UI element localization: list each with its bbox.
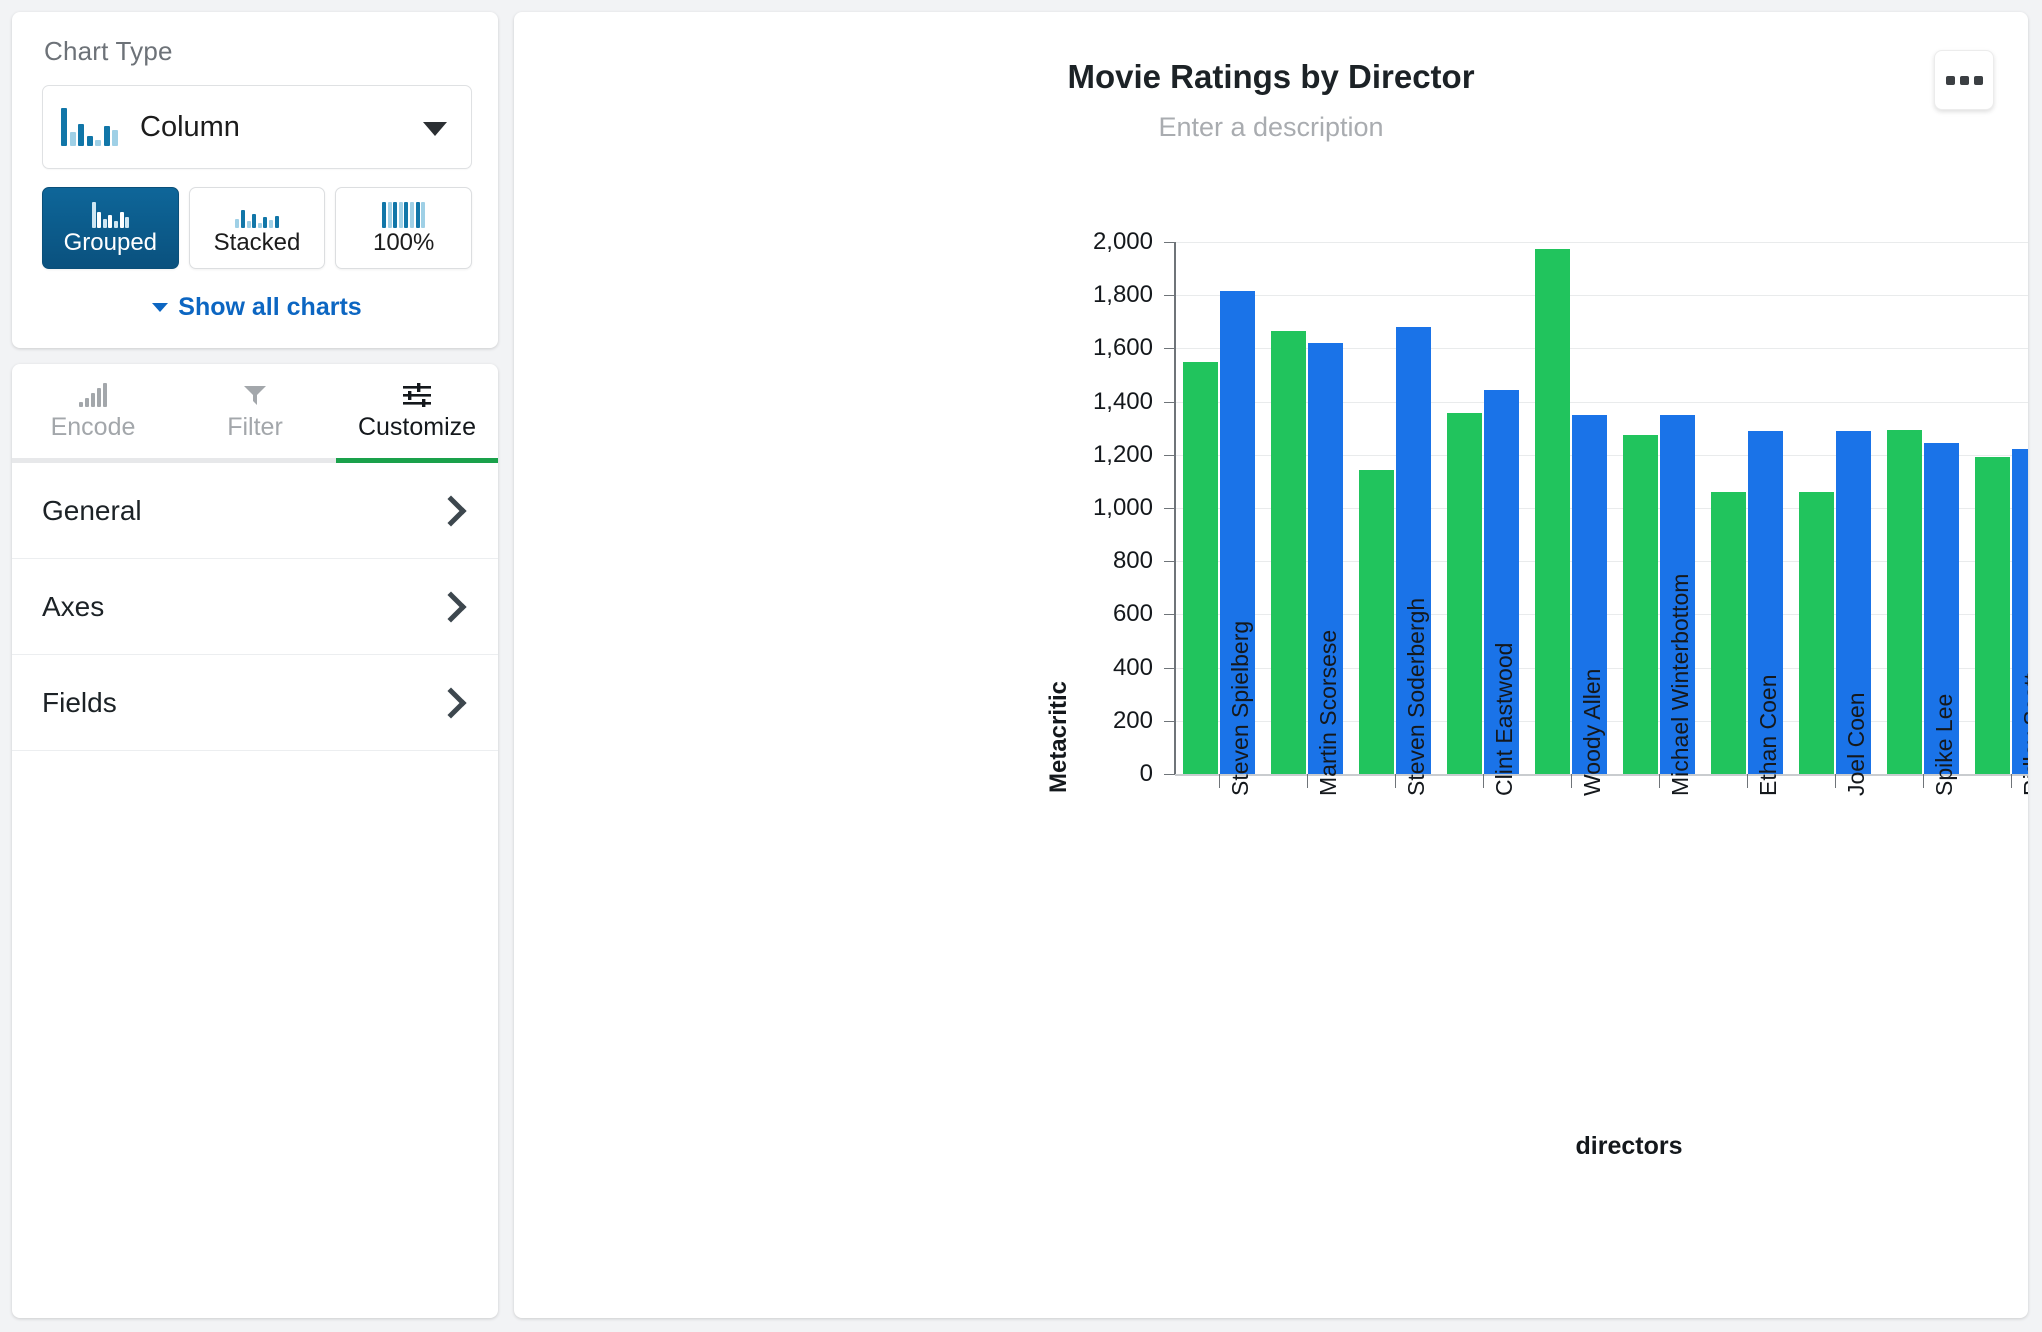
settings-card: Encode Filter Customize General Axes Fie… — [12, 364, 498, 1318]
bar-tomatoes-critic-rating[interactable] — [1271, 330, 1306, 774]
x-axis-tick — [1923, 774, 1924, 788]
y-axis-left-tick-label: 1,400 — [1092, 387, 1153, 415]
y-axis-left-tick-label: 800 — [1112, 547, 1153, 575]
chart-description[interactable]: Enter a description — [514, 112, 2028, 143]
gridline — [1175, 242, 2028, 243]
y-axis-left-tick-label: 600 — [1112, 600, 1153, 628]
bar-tomatoes-critic-rating[interactable] — [1975, 457, 2010, 774]
gridline — [1175, 295, 2028, 297]
chart-variant-stacked[interactable]: Stacked — [188, 187, 326, 269]
chart-variant-stacked-label: Stacked — [213, 228, 301, 256]
tab-filter[interactable]: Filter — [174, 364, 336, 458]
x-axis-tick — [1483, 774, 1484, 788]
y-axis-left-tick — [1164, 774, 1175, 775]
y-axis-left-tick-label: 1,200 — [1092, 440, 1153, 468]
plot-canvas: 0 200 400 600 800 1,000 1,200 1,400 1,600 1,800 2,… — [1093, 228, 2028, 796]
y-axis-left-line — [1174, 242, 1176, 774]
tab-customize[interactable]: Customize — [336, 364, 498, 458]
y-axis-left-tick-label: 400 — [1112, 653, 1153, 681]
x-axis-tick-label: Michael Winterbottom — [1667, 573, 1693, 796]
chart-type-value: Column — [140, 110, 240, 143]
chevron-right-icon — [435, 494, 467, 527]
bar-tomatoes-critic-rating[interactable] — [1447, 412, 1482, 774]
y-axis-left-tick-label: 1,000 — [1092, 494, 1153, 521]
y-axis-left-tick-label: 200 — [1112, 706, 1153, 734]
x-axis-tick — [1395, 774, 1396, 788]
grouped-column-icon — [91, 201, 130, 228]
y-axis-left-tick-label: 1,600 — [1092, 334, 1153, 362]
chart-variant-percent-label: 100% — [372, 228, 435, 256]
tab-customize-label: Customize — [357, 412, 477, 441]
x-axis-tick — [1571, 774, 1572, 788]
accordion-item-fields-label: Fields — [42, 686, 117, 718]
accordion-item-general-label: General — [42, 494, 142, 526]
y-axis-left-tick-label: 1,800 — [1092, 281, 1153, 309]
page-title: Movie Ratings by Director — [1067, 58, 1475, 95]
x-axis-tick-label: Ethan Coen — [1755, 674, 1781, 796]
ellipsis-icon[interactable] — [1934, 50, 1994, 110]
chart-type-heading: Chart Type — [44, 36, 173, 66]
y-axis-left-tick-label: 2,000 — [1092, 228, 1153, 255]
bar-tomatoes-critic-rating[interactable] — [1183, 361, 1218, 774]
chart-variant-percent[interactable]: 100% — [335, 187, 473, 269]
app-root: Chart Type Column Grouped Stacked 100% S… — [0, 0, 2042, 1332]
x-axis-tick — [1747, 774, 1748, 788]
bar-chart-icon — [79, 381, 107, 407]
tab-encode[interactable]: Encode — [12, 364, 174, 458]
x-axis-tick-label: Joel Coen — [1843, 692, 1869, 796]
sliders-icon — [403, 381, 431, 407]
column-chart-icon — [61, 108, 118, 146]
x-axis-tick-label: Woody Allen — [1579, 668, 1605, 796]
x-axis-tick-label: Ridley Scott — [2019, 673, 2028, 796]
bar-tomatoes-critic-rating[interactable] — [1799, 492, 1834, 774]
left-sidebar: Chart Type Column Grouped Stacked 100% S… — [12, 12, 498, 1318]
accordion-item-fields[interactable]: Fields — [12, 655, 498, 751]
x-axis-title: directors — [1575, 1132, 1683, 1160]
x-axis-tick — [1219, 774, 1220, 788]
chart-panel: Movie Ratings by Director Enter a descri… — [514, 12, 2028, 1318]
chart-variant-group: Grouped Stacked 100% — [42, 187, 473, 269]
accordion-item-general[interactable]: General — [12, 463, 498, 559]
x-axis-tick — [1835, 774, 1836, 788]
y-axis-left-title: Metacritic — [1045, 680, 1072, 794]
x-axis-tick — [1659, 774, 1660, 788]
chevron-down-icon — [152, 303, 169, 312]
show-all-charts-link[interactable]: Show all charts — [42, 293, 472, 322]
settings-empty-area — [12, 751, 498, 1318]
chevron-down-icon — [423, 122, 447, 136]
tab-filter-label: Filter — [227, 412, 283, 441]
bar-tomatoes-critic-rating[interactable] — [1887, 430, 1922, 774]
show-all-charts-label: Show all charts — [178, 293, 362, 321]
chart-type-select[interactable]: Column — [42, 85, 472, 169]
chart-variant-grouped[interactable]: Grouped — [42, 187, 179, 269]
x-axis-tick-label: Clint Eastwood — [1491, 642, 1517, 796]
stacked-column-icon — [235, 202, 279, 228]
tab-encode-label: Encode — [50, 412, 136, 441]
funnel-icon — [242, 381, 268, 407]
percent-stacked-column-icon — [382, 201, 426, 228]
bar-tomatoes-critic-rating[interactable] — [1711, 492, 1746, 774]
bar-tomatoes-critic-rating[interactable] — [1359, 470, 1394, 774]
x-axis-tick-label: Spike Lee — [1931, 693, 1957, 796]
x-axis-tick — [2011, 774, 2012, 788]
chart-variant-grouped-label: Grouped — [63, 228, 158, 256]
x-axis-tick — [1307, 774, 1308, 788]
x-axis-tick-label: Steven Soderbergh — [1403, 597, 1429, 796]
chevron-right-icon — [435, 686, 467, 719]
y-axis-left-tick-label: 0 — [1139, 760, 1153, 787]
x-axis-tick-label: Steven Spielberg — [1227, 620, 1253, 796]
settings-tabs: Encode Filter Customize — [12, 364, 498, 458]
x-axis-tick-label: Martin Scorsese — [1315, 629, 1341, 796]
accordion-item-axes[interactable]: Axes — [12, 559, 498, 655]
chevron-right-icon — [435, 590, 467, 623]
bar-tomatoes-critic-rating[interactable] — [1535, 248, 1570, 774]
chart-plot-area: Metacritic Tomatoes critic directors 020… — [514, 162, 2028, 1318]
accordion-item-axes-label: Axes — [42, 590, 105, 622]
chart-type-card: Chart Type Column Grouped Stacked 100% S… — [12, 12, 498, 348]
bar-tomatoes-critic-rating[interactable] — [1623, 434, 1658, 774]
